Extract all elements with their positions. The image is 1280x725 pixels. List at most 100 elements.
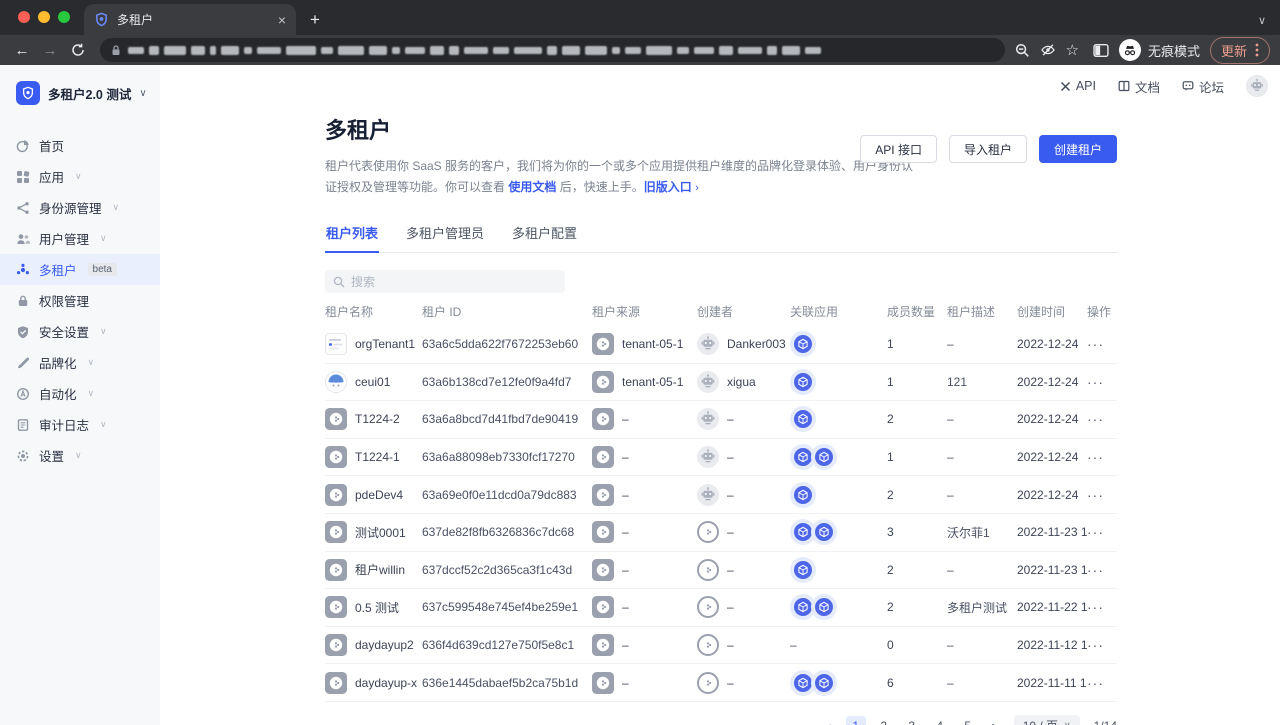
created-time-cell: 2022-12-24 [1017, 412, 1087, 426]
eye-off-icon[interactable] [1040, 43, 1056, 57]
sidebar-item-gear[interactable]: 设置∨ [0, 440, 160, 471]
creator-cell: – [697, 446, 790, 468]
sidebar-item-shield[interactable]: 安全设置 ∨ [0, 316, 160, 347]
tenant-name-cell: T1224-1 [325, 446, 422, 468]
sidebar-item-grid[interactable]: 应用∨ [0, 161, 160, 192]
maximize-window-button[interactable] [58, 11, 70, 23]
tenant-id-cell: 636e1445dabaef5b2ca75b1d [422, 676, 592, 690]
tabs: 租户列表多租户管理员多租户配置 [325, 217, 1117, 253]
api-button[interactable]: API 接口 [860, 135, 937, 163]
created-time-cell: 2022-11-23 1 [1017, 563, 1087, 577]
browser-tab[interactable]: 多租户 × [84, 4, 296, 35]
members-count-cell: 1 [887, 375, 947, 389]
search-input[interactable] [351, 275, 557, 289]
reload-icon[interactable] [66, 43, 90, 57]
row-actions-button[interactable]: ··· [1087, 599, 1117, 615]
row-actions-button[interactable]: ··· [1087, 374, 1117, 390]
table-row[interactable]: 测试0001637de82f8fb6326836c7dc68––3沃尔菲1202… [325, 514, 1117, 552]
import-tenant-button[interactable]: 导入租户 [949, 135, 1027, 163]
row-actions-button[interactable]: ··· [1087, 675, 1117, 691]
created-time-cell: 2022-12-24 [1017, 488, 1087, 502]
row-actions-button[interactable]: ··· [1087, 411, 1117, 427]
update-button[interactable]: 更新 [1210, 37, 1270, 64]
search-box[interactable] [325, 270, 565, 293]
sidebar-item-lock[interactable]: 权限管理 [0, 285, 160, 316]
page-number-5[interactable]: 5 [958, 716, 978, 725]
tenant-desc-cell: – [947, 563, 1017, 577]
next-page-icon[interactable]: › [986, 718, 1002, 725]
linked-app-icon [811, 670, 837, 696]
page-number-1[interactable]: 1 [846, 716, 866, 725]
address-bar[interactable] [100, 38, 1005, 62]
column-header: 租户名称 [325, 303, 422, 320]
creator-cell: Danker003 [697, 333, 790, 355]
back-icon[interactable]: ← [10, 42, 34, 59]
table-row[interactable]: 0.5 测试637c599548e745ef4be259e1––2多租户测试20… [325, 589, 1117, 627]
bookmark-star-icon[interactable]: ☆ [1066, 41, 1079, 59]
page-number-4[interactable]: 4 [930, 716, 950, 725]
tab-1[interactable]: 多租户管理员 [405, 217, 485, 252]
table-row[interactable]: daydayup-x636e1445dabaef5b2ca75b1d––6–20… [325, 664, 1117, 702]
incognito-icon [1119, 39, 1141, 61]
tenant-desc-cell: – [947, 488, 1017, 502]
sidebar-item-users[interactable]: 用户管理∨ [0, 223, 160, 254]
linked-apps-cell: – [790, 638, 887, 652]
tab-0[interactable]: 租户列表 [325, 217, 379, 253]
utility-link-论坛[interactable]: 论坛 [1182, 77, 1224, 96]
tab-close-icon[interactable]: × [278, 12, 286, 28]
docs-link[interactable]: 使用文档 [508, 180, 556, 194]
legacy-entry-link[interactable]: 旧版入口 [644, 180, 692, 194]
table-row[interactable]: ceui0163a6b138cd7e12fe0f9a4fd7tenant-05-… [325, 364, 1117, 402]
row-actions-button[interactable]: ··· [1087, 336, 1117, 352]
sidebar-item-brush[interactable]: 品牌化∨ [0, 347, 160, 378]
sidebar-item-share[interactable]: 身份源管理∨ [0, 192, 160, 223]
page-size-select[interactable]: 10 / 页∨ [1014, 715, 1080, 725]
table-header: 租户名称租户 ID租户来源创建者关联应用成员数量租户描述创建时间操作 [325, 297, 1117, 326]
sidebar-item-tenant[interactable]: 多租户beta [0, 254, 160, 285]
sidebar-item-log[interactable]: 审计日志∨ [0, 409, 160, 440]
close-window-button[interactable] [18, 11, 30, 23]
forward-icon[interactable]: → [38, 42, 62, 59]
create-tenant-button[interactable]: 创建租户 [1039, 135, 1117, 163]
linked-app-icon [811, 594, 837, 620]
table-row[interactable]: T1224-263a6a8bcd7d41fbd7de90419––2–2022-… [325, 401, 1117, 439]
utility-link-文档[interactable]: 文档 [1118, 77, 1160, 96]
zoom-out-icon[interactable] [1015, 43, 1030, 58]
page-number-2[interactable]: 2 [874, 716, 894, 725]
avatar[interactable] [1246, 75, 1268, 97]
chevron-down-icon: ∨ [1064, 720, 1071, 725]
tab-2[interactable]: 多租户配置 [511, 217, 578, 252]
window-controls[interactable] [18, 11, 70, 23]
minimize-window-button[interactable] [38, 11, 50, 23]
toolbar-right: ☆ 无痕模式 更新 [1015, 37, 1270, 64]
tab-search-chevron-icon[interactable]: ∨ [1258, 14, 1266, 27]
new-tab-button[interactable]: + [310, 10, 320, 30]
pie-icon [16, 139, 30, 153]
linked-apps-cell [790, 594, 887, 620]
linked-app-icon [790, 482, 816, 508]
table-row[interactable]: orgTenant163a6c5dda622f7672253eb60tenant… [325, 326, 1117, 364]
page-number-3[interactable]: 3 [902, 716, 922, 725]
row-actions-button[interactable]: ··· [1087, 637, 1117, 653]
table-row[interactable]: pdeDev463a69e0f0e11dcd0a79dc883––2–2022-… [325, 476, 1117, 514]
tenant-source-cell: tenant-05-1 [592, 333, 697, 355]
sidebar-item-auto[interactable]: 自动化∨ [0, 378, 160, 409]
table-row[interactable]: daydayup2636f4d639cd127e750f5e8c1–––0–20… [325, 627, 1117, 665]
row-actions-button[interactable]: ··· [1087, 487, 1117, 503]
kebab-menu-icon[interactable] [1255, 43, 1259, 57]
tenant-source-cell: – [592, 408, 697, 430]
sidebar-item-label: 安全设置 [39, 322, 89, 341]
workspace-switcher[interactable]: 多租户2.0 测试 ∨ [0, 78, 160, 108]
row-actions-button[interactable]: ··· [1087, 449, 1117, 465]
table-row[interactable]: 租户willin637dccf52c2d365ca3f1c43d––2–2022… [325, 552, 1117, 590]
utility-link-label: 论坛 [1199, 77, 1224, 96]
row-actions-button[interactable]: ··· [1087, 562, 1117, 578]
created-time-cell: 2022-12-24 [1017, 450, 1087, 464]
table-row[interactable]: T1224-163a6a88098eb7330fcf17270––1–2022-… [325, 439, 1117, 477]
chevron-down-icon: ∨ [100, 326, 107, 337]
sidebar-item-label: 自动化 [39, 384, 77, 403]
sidebar-item-pie[interactable]: 首页 [0, 130, 160, 161]
row-actions-button[interactable]: ··· [1087, 524, 1117, 540]
side-panel-icon[interactable] [1093, 43, 1109, 58]
workspace-logo-shield-icon [16, 81, 40, 105]
